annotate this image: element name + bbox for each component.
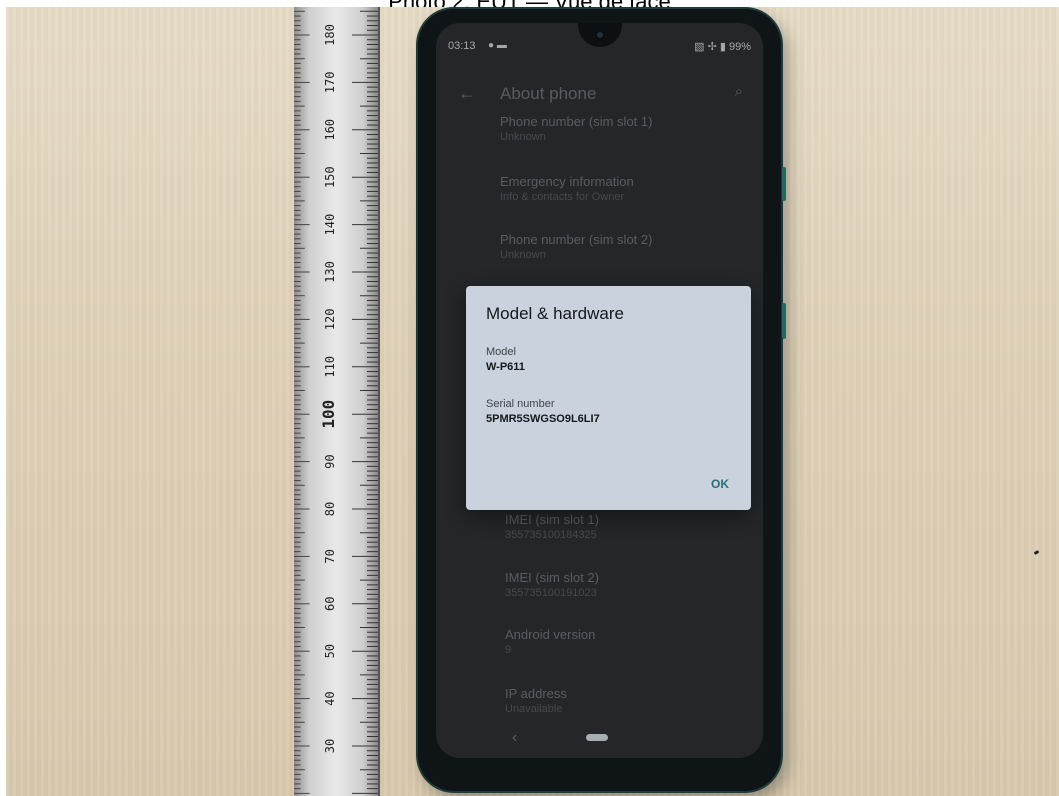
ruler-label: 170 — [323, 72, 337, 94]
ruler-label: 80 — [323, 502, 337, 516]
ruler-label: 120 — [323, 309, 337, 331]
home-pill-icon[interactable] — [586, 734, 608, 741]
ruler-scale: 180 170 160 150 140 130 120 110 100 90 80 70 60 50 40 3… — [294, 10, 378, 794]
ok-button[interactable]: OK — [711, 477, 729, 491]
steel-ruler: 180 170 160 150 140 130 120 110 100 90 80 70 60 50 40 3… — [294, 7, 380, 796]
ruler-label: 50 — [323, 644, 337, 658]
ruler-label: 140 — [323, 214, 337, 236]
ruler-label: 160 — [323, 119, 337, 141]
ruler-label: 130 — [323, 261, 337, 283]
ruler-label: 70 — [323, 549, 337, 563]
power-button — [782, 303, 786, 339]
model-label: Model — [486, 346, 516, 358]
ruler-label: 90 — [323, 454, 337, 468]
ruler-label: 40 — [323, 691, 337, 705]
nav-back-icon[interactable]: ‹ — [512, 729, 517, 747]
serial-number-label: Serial number — [486, 398, 555, 410]
ink-mark — [1033, 549, 1040, 556]
ruler-label: 110 — [323, 356, 337, 378]
ruler-label: 180 — [323, 24, 337, 46]
photo: 180 170 160 150 140 130 120 110 100 90 80 70 60 50 40 3… — [6, 7, 1059, 796]
navigation-bar: ‹ — [436, 723, 763, 758]
dialog-title: Model & hardware — [486, 304, 624, 323]
ruler-label: 150 — [323, 166, 337, 188]
phone: 03:13 ● ▬ ▧ ✢ ▮ 99% ← About phone ⌕ Phon… — [418, 9, 786, 791]
phone-screen: 03:13 ● ▬ ▧ ✢ ▮ 99% ← About phone ⌕ Phon… — [436, 23, 763, 758]
ruler-label: 100 — [319, 400, 338, 429]
model-hardware-dialog: Model & hardware Model W-P611 Serial num… — [466, 286, 751, 510]
ruler-label: 60 — [323, 597, 337, 611]
serial-number-value: 5PMR5SWGSO9L6LI7 — [486, 413, 600, 425]
ruler-label: 30 — [323, 739, 337, 753]
volume-button — [782, 167, 786, 201]
model-value: W-P611 — [486, 361, 525, 373]
